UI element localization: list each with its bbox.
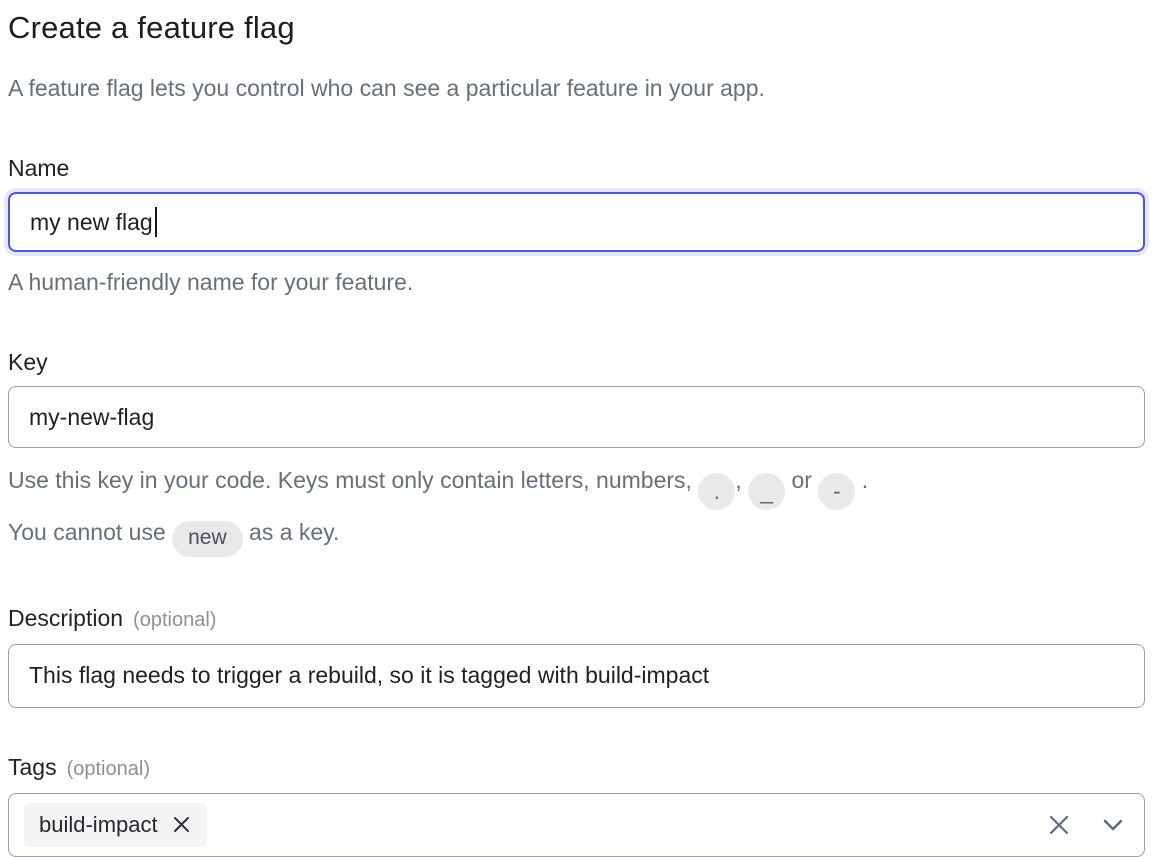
key-help-prefix: Use this key in your code. Keys must onl… [8, 467, 692, 493]
allowed-char-hyphen-badge: - [818, 473, 855, 510]
description-input[interactable] [8, 644, 1145, 708]
allowed-char-dot-badge: . [698, 473, 735, 510]
key-help-line-2: You cannot use new as a key. [8, 512, 1145, 557]
allowed-char-underscore: _ [760, 471, 773, 511]
description-optional-label: (optional) [133, 607, 216, 633]
key-input[interactable] [8, 386, 1145, 448]
tags-field-group: Tags (optional) build-impact [8, 754, 1145, 857]
name-label-text: Name [8, 155, 69, 181]
key-help-line-1: Use this key in your code. Keys must onl… [8, 460, 1145, 510]
tag-chip-label: build-impact [39, 812, 158, 838]
tags-label: Tags (optional) [8, 754, 1145, 782]
page-title: Create a feature flag [8, 8, 1145, 48]
x-icon [1046, 812, 1072, 838]
page-subtitle: A feature flag lets you control who can … [8, 73, 1145, 103]
tags-select[interactable]: build-impact [8, 793, 1145, 857]
key-help-period: . [862, 467, 868, 493]
text-caret [155, 207, 157, 237]
reserved-key-badge: new [172, 521, 243, 557]
name-input-value: my new flag [30, 209, 153, 236]
key-help-or: or [791, 467, 811, 493]
tags-select-controls [1046, 812, 1126, 838]
tags-label-text: Tags [8, 754, 57, 780]
create-feature-flag-form: Create a feature flag A feature flag let… [0, 0, 1158, 857]
key-label: Key [8, 349, 1145, 375]
name-label: Name [8, 155, 1145, 181]
x-icon [171, 814, 192, 835]
dropdown-toggle-button[interactable] [1100, 812, 1126, 838]
key-help-line2-suffix: as a key. [249, 519, 339, 545]
key-help-comma: , [735, 467, 741, 493]
allowed-char-underscore-badge: _ [748, 473, 785, 510]
tags-optional-label: (optional) [67, 756, 150, 782]
description-label: Description (optional) [8, 605, 1145, 633]
key-field-group: Key Use this key in your code. Keys must… [8, 349, 1145, 557]
name-field-group: Name my new flag A human-friendly name f… [8, 155, 1145, 297]
key-help-line2-prefix: You cannot use [8, 519, 166, 545]
clear-tags-button[interactable] [1046, 812, 1072, 838]
chevron-down-icon [1100, 812, 1126, 838]
key-label-text: Key [8, 349, 48, 375]
tag-chip: build-impact [24, 803, 207, 847]
description-field-group: Description (optional) [8, 605, 1145, 708]
allowed-char-hyphen: - [833, 471, 841, 511]
tag-remove-button[interactable] [171, 814, 192, 835]
name-input[interactable]: my new flag [8, 192, 1145, 252]
name-help-text: A human-friendly name for your feature. [8, 267, 1145, 297]
description-label-text: Description [8, 605, 123, 631]
allowed-char-dot: . [714, 471, 720, 511]
